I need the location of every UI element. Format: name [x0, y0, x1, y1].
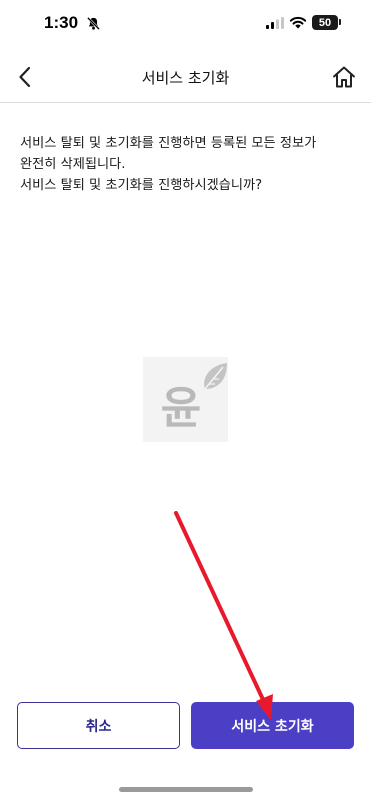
battery-icon: 50 — [312, 15, 338, 30]
watermark-glyph: 윤 — [161, 383, 201, 434]
message-line: 서비스 탈퇴 및 초기화를 진행하시겠습니까? — [20, 178, 263, 193]
status-bar: 1:30 50 — [0, 0, 371, 50]
message-line: 완전히 삭제됩니다. — [20, 157, 126, 172]
wifi-icon — [289, 16, 307, 29]
status-time: 1:30 — [44, 13, 79, 32]
battery-level: 50 — [318, 16, 332, 29]
bell-off-icon — [87, 17, 100, 30]
watermark-logo: 윤 — [143, 357, 228, 442]
navigation-bar: 서비스 초기화 — [0, 50, 371, 103]
message-line: 서비스 탈퇴 및 초기화를 진행하면 등록된 모든 정보가 — [20, 136, 317, 151]
page-title: 서비스 초기화 — [141, 69, 230, 87]
home-button[interactable] — [330, 63, 358, 91]
cancel-button[interactable]: 취소 — [17, 702, 180, 749]
home-icon — [333, 66, 355, 88]
battery-cap — [339, 19, 341, 25]
cellular-signal-icon — [266, 17, 284, 29]
reset-service-button[interactable]: 서비스 초기화 — [191, 702, 354, 749]
reset-service-screen: 1:30 50 서비스 초기화 서비스 탈퇴 및 초기화를 진행하면 등록된 모… — [0, 0, 371, 800]
home-indicator — [119, 787, 253, 792]
cancel-button-label: 취소 — [85, 718, 112, 735]
reset-service-button-label: 서비스 초기화 — [231, 718, 314, 735]
reset-warning-message: 서비스 탈퇴 및 초기화를 진행하면 등록된 모든 정보가 완전히 삭제됩니다.… — [20, 133, 355, 196]
